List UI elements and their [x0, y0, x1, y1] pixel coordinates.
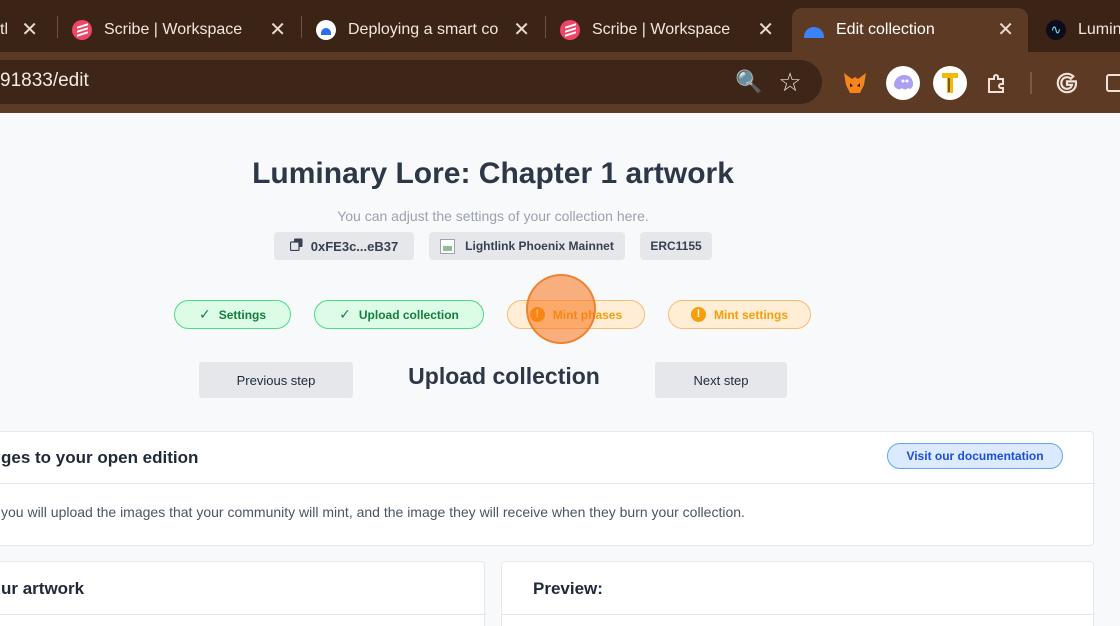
step-settings[interactable]: ✓ Settings: [174, 300, 291, 329]
close-icon[interactable]: ✕: [757, 17, 774, 43]
token-standard: ERC1155: [650, 239, 702, 253]
close-icon[interactable]: ✕: [513, 17, 530, 43]
next-step-button[interactable]: Next step: [655, 362, 787, 398]
previous-step-button[interactable]: Previous step: [199, 362, 353, 398]
metamask-icon[interactable]: [838, 66, 872, 100]
card-description: you will upload the images that your com…: [1, 504, 745, 520]
card-title: ges to your open edition: [1, 448, 199, 467]
step-label: Mint phases: [552, 307, 623, 322]
card-title: Preview:: [533, 579, 603, 598]
phantom-icon[interactable]: [886, 66, 920, 100]
token-standard-chip: ERC1155: [640, 232, 712, 260]
page-title: Luminary Lore: Chapter 1 artwork: [252, 157, 734, 190]
tab-lumin[interactable]: ∿ Lumin: [1036, 8, 1120, 52]
tab-partial-left[interactable]: tl ✕: [0, 8, 52, 52]
browser-tab-strip: tl ✕ Scribe | Workspace ✕ Deploying a sm…: [0, 0, 1120, 52]
step-mint-phases[interactable]: ! Mint phases: [507, 300, 645, 329]
side-panel-icon[interactable]: [1098, 66, 1120, 100]
toolbar-separator: [1030, 72, 1032, 94]
page-subtitle: You can adjust the settings of your coll…: [337, 208, 649, 224]
check-icon: ✓: [198, 306, 211, 322]
close-icon[interactable]: ✕: [21, 17, 38, 43]
copy-icon[interactable]: [289, 238, 303, 254]
tab-separator: [301, 16, 302, 38]
network-name: Lightlink Phoenix Mainnet: [465, 239, 614, 253]
artwork-card: ur artwork: [0, 561, 486, 626]
url-text[interactable]: 91833/edit: [0, 70, 89, 92]
browser-toolbar: 91833/edit 🔍 ☆: [0, 52, 1120, 113]
chart-icon: ∿: [1046, 20, 1066, 40]
card-divider: [0, 614, 486, 615]
tab-deploying-smart-contract[interactable]: Deploying a smart co ✕: [304, 8, 544, 52]
step-label: Upload collection: [358, 307, 459, 322]
close-icon[interactable]: ✕: [997, 17, 1014, 43]
check-icon: ✓: [339, 306, 351, 322]
tab-scribe-workspace-2[interactable]: Scribe | Workspace ✕: [548, 8, 788, 52]
card-divider: [0, 483, 1095, 484]
tab-separator: [545, 16, 546, 38]
edit-collection-page: Luminary Lore: Chapter 1 artwork You can…: [0, 113, 1120, 626]
step-upload-collection[interactable]: ✓ Upload collection: [314, 300, 484, 329]
close-icon[interactable]: ✕: [269, 17, 286, 43]
card-title: ur artwork: [1, 579, 85, 598]
network-chip: Lightlink Phoenix Mainnet: [429, 232, 625, 260]
visit-documentation-button[interactable]: Visit our documentation: [887, 443, 1063, 469]
contract-address: 0xFE3c...eB37: [310, 238, 399, 254]
bookmark-star-icon[interactable]: ☆: [776, 68, 804, 96]
network-logo-icon: [440, 238, 456, 254]
preview-card: Preview:: [501, 561, 1095, 626]
scribe-icon: [560, 20, 580, 40]
token-extension-icon[interactable]: [933, 66, 967, 100]
tab-edit-collection[interactable]: Edit collection ✕: [792, 8, 1028, 52]
zoom-icon[interactable]: 🔍: [735, 68, 763, 96]
address-bar[interactable]: 91833/edit 🔍 ☆: [0, 60, 822, 104]
google-icon[interactable]: [1050, 66, 1084, 100]
scribe-icon: [72, 20, 92, 40]
warning-icon: !: [529, 307, 545, 322]
step-label: Settings: [218, 307, 267, 322]
extensions-puzzle-icon[interactable]: [980, 66, 1014, 100]
tab-title: Lumin: [1078, 21, 1120, 38]
step-label: Mint settings: [714, 307, 788, 322]
current-step-title: Upload collection: [408, 363, 600, 389]
collection-icon: [804, 20, 824, 40]
tab-separator: [57, 16, 58, 38]
warning-icon: !: [691, 307, 706, 322]
card-divider: [502, 614, 1095, 615]
step-mint-settings[interactable]: ! Mint settings: [668, 300, 811, 329]
document-icon: [316, 20, 336, 40]
contract-address-chip[interactable]: 0xFE3c...eB37: [274, 232, 414, 260]
tab-scribe-workspace-1[interactable]: Scribe | Workspace ✕: [60, 8, 300, 52]
